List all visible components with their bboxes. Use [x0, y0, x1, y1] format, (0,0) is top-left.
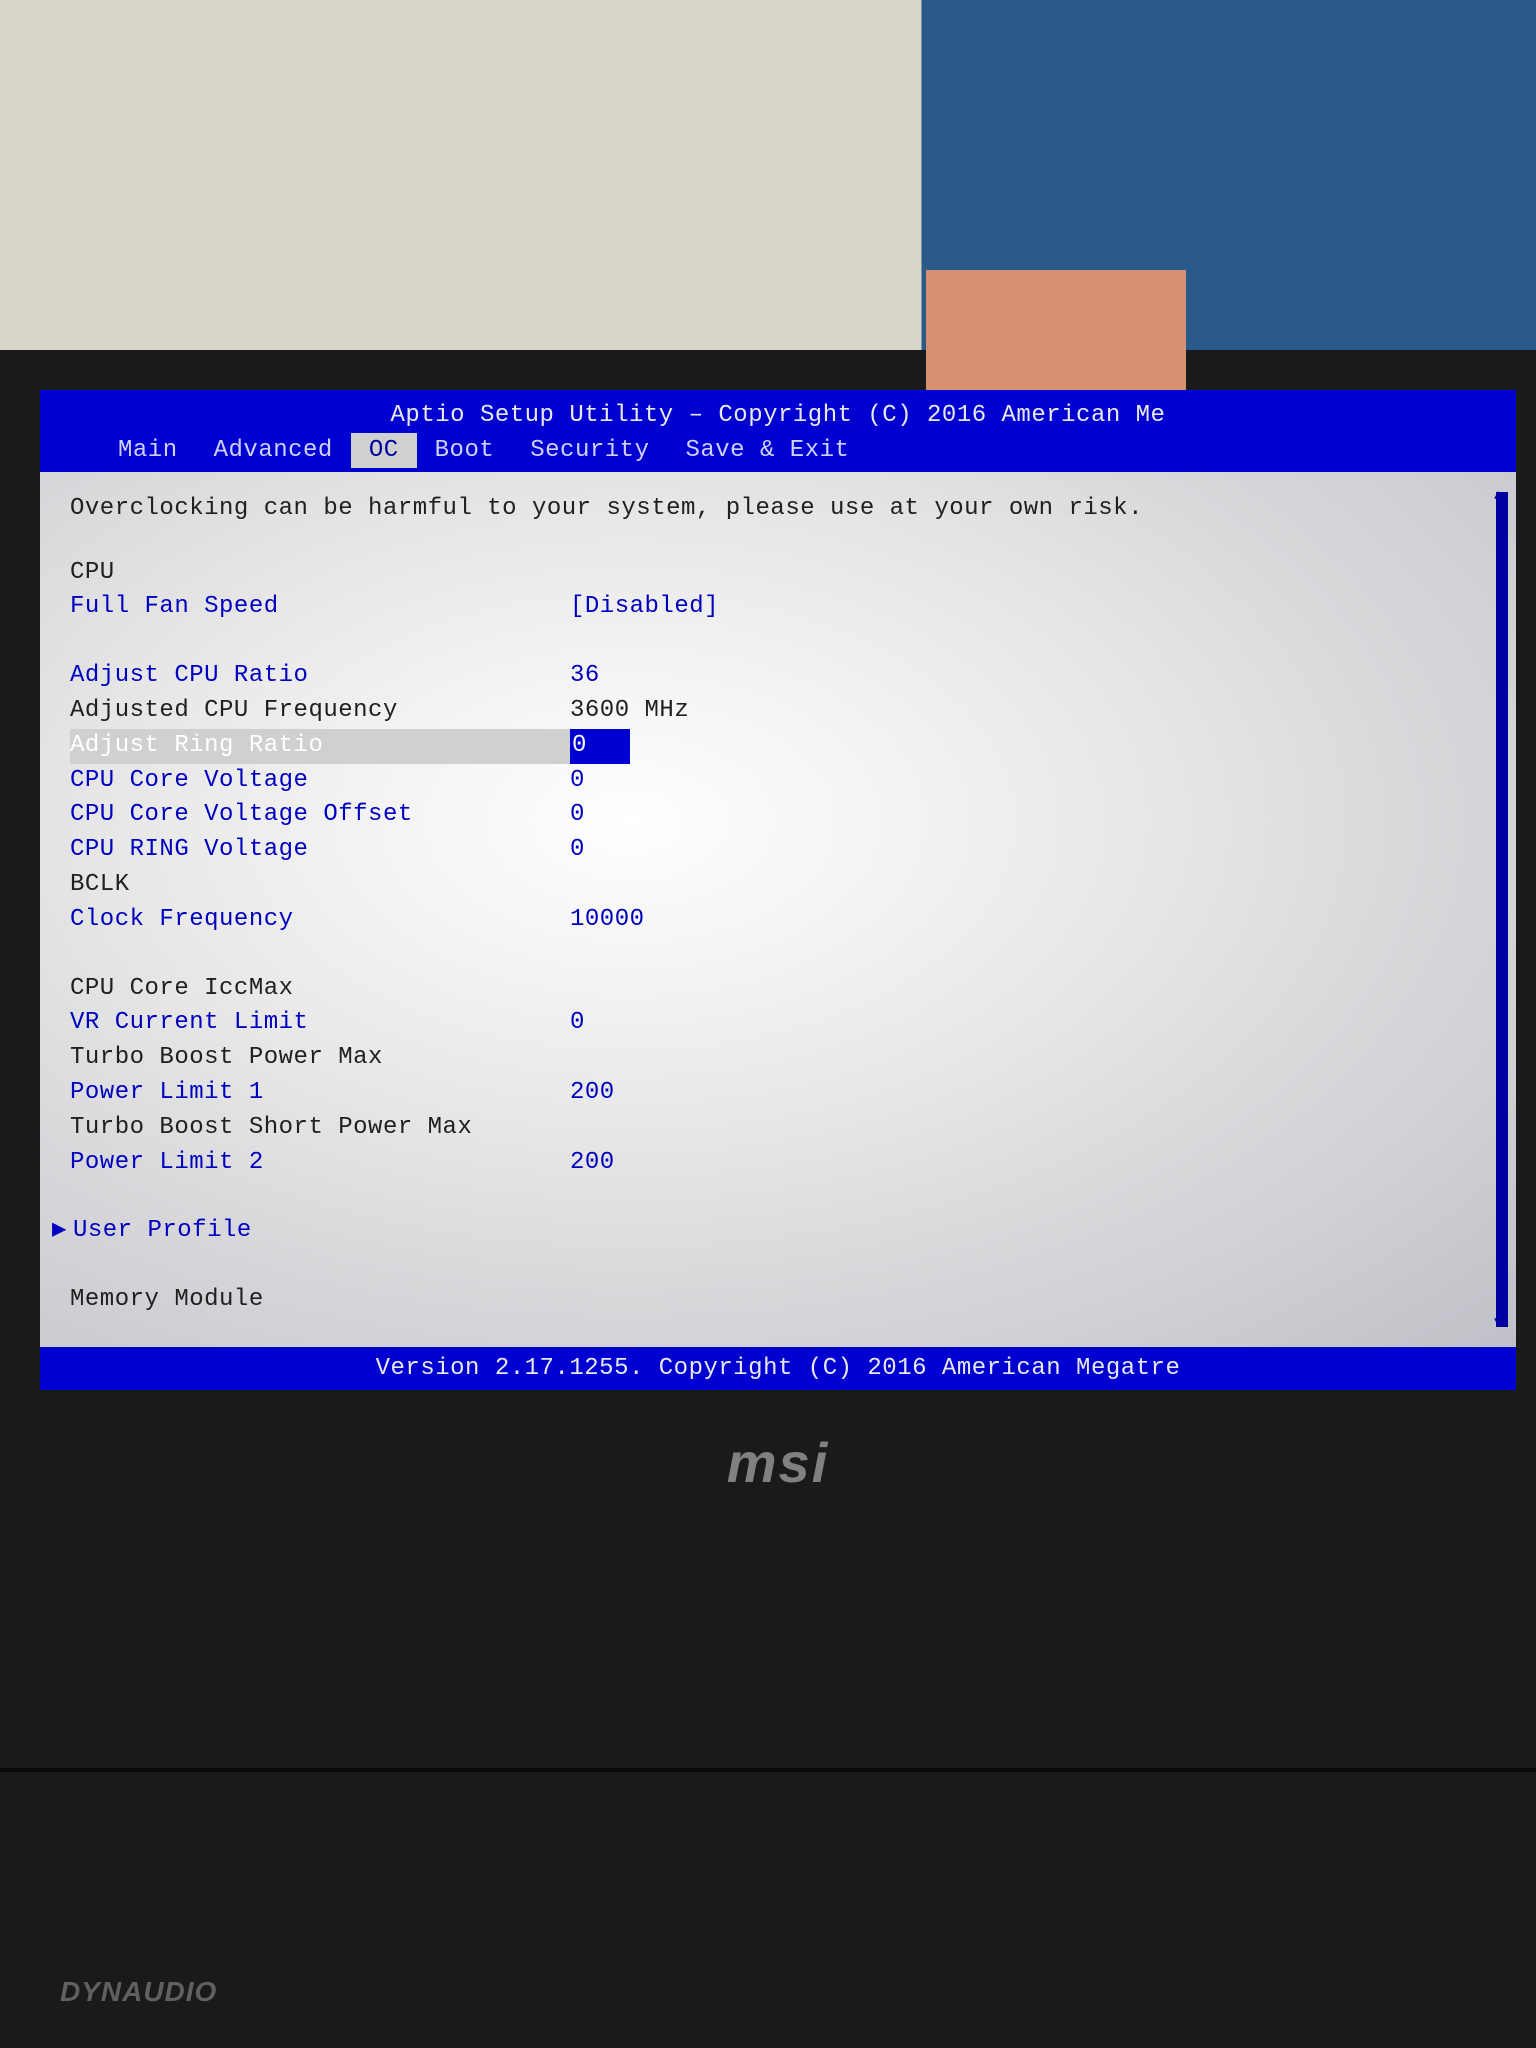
scrollbar[interactable]	[1496, 492, 1508, 1327]
cpu-core-voltage-row[interactable]: CPU Core Voltage 0	[70, 764, 1476, 799]
memory-module-header: Memory Module	[70, 1283, 1476, 1318]
power-limit-1-value: 200	[570, 1076, 1476, 1111]
tab-security[interactable]: Security	[512, 433, 667, 468]
cpu-core-voltage-offset-label: CPU Core Voltage Offset	[70, 798, 570, 833]
photo-background	[0, 0, 1536, 350]
audio-brand-logo: DYNAUDIO	[60, 1976, 217, 2008]
adjusted-cpu-freq-label: Adjusted CPU Frequency	[70, 694, 570, 729]
bios-footer: Version 2.17.1255. Copyright (C) 2016 Am…	[40, 1347, 1516, 1390]
cpu-ring-voltage-value: 0	[570, 833, 1476, 868]
full-fan-speed-label: Full Fan Speed	[70, 590, 570, 625]
laptop-body: DYNAUDIO	[0, 1768, 1536, 2048]
clock-frequency-label: Clock Frequency	[70, 903, 570, 938]
tape-sticker	[926, 270, 1186, 390]
vr-current-limit-label: VR Current Limit	[70, 1006, 570, 1041]
power-limit-1-label: Power Limit 1	[70, 1076, 570, 1111]
adjusted-cpu-freq-value: 3600 MHz	[570, 694, 1476, 729]
full-fan-speed-row[interactable]: Full Fan Speed [Disabled]	[70, 590, 1476, 625]
cpu-core-voltage-offset-row[interactable]: CPU Core Voltage Offset 0	[70, 798, 1476, 833]
adjust-cpu-ratio-row[interactable]: Adjust CPU Ratio 36	[70, 659, 1476, 694]
monitor-brand-logo: msi	[40, 1430, 1516, 1495]
bclk-section-header: BCLK	[70, 868, 1476, 903]
cpu-ring-voltage-label: CPU RING Voltage	[70, 833, 570, 868]
clock-frequency-value: 10000	[570, 903, 1476, 938]
adjust-cpu-ratio-value: 36	[570, 659, 1476, 694]
adjust-ring-ratio-value: 0	[570, 729, 1476, 764]
power-limit-2-label: Power Limit 2	[70, 1146, 570, 1181]
bios-screen: Aptio Setup Utility – Copyright (C) 2016…	[40, 390, 1516, 1390]
tab-main[interactable]: Main	[100, 433, 196, 468]
cpu-core-voltage-value: 0	[570, 764, 1476, 799]
clock-frequency-row[interactable]: Clock Frequency 10000	[70, 903, 1476, 938]
adjust-ring-ratio-row[interactable]: Adjust Ring Ratio 0	[70, 729, 1476, 764]
turbo-short-power-header: Turbo Boost Short Power Max	[70, 1111, 1476, 1146]
cpu-core-voltage-label: CPU Core Voltage	[70, 764, 570, 799]
tab-boot[interactable]: Boot	[417, 433, 513, 468]
cpu-ring-voltage-row[interactable]: CPU RING Voltage 0	[70, 833, 1476, 868]
chevron-right-icon: ▶	[52, 1214, 67, 1249]
overclock-warning: Overclocking can be harmful to your syst…	[70, 492, 1476, 526]
tab-advanced[interactable]: Advanced	[196, 433, 351, 468]
vr-current-limit-row[interactable]: VR Current Limit 0	[70, 1006, 1476, 1041]
cpu-core-voltage-offset-value: 0	[570, 798, 1476, 833]
bios-title: Aptio Setup Utility – Copyright (C) 2016…	[40, 398, 1516, 433]
iccmax-section-header: CPU Core IccMax	[70, 972, 1476, 1007]
cpu-section-header: CPU	[70, 556, 1476, 591]
power-limit-2-value: 200	[570, 1146, 1476, 1181]
bios-header: Aptio Setup Utility – Copyright (C) 2016…	[40, 390, 1516, 472]
tab-save-exit[interactable]: Save & Exit	[667, 433, 867, 468]
monitor-frame: Aptio Setup Utility – Copyright (C) 2016…	[0, 350, 1536, 1768]
vr-current-limit-value: 0	[570, 1006, 1476, 1041]
bios-content: Overclocking can be harmful to your syst…	[40, 472, 1516, 1347]
turbo-power-max-header: Turbo Boost Power Max	[70, 1041, 1476, 1076]
user-profile-submenu[interactable]: ▶ User Profile	[52, 1214, 1476, 1249]
power-limit-1-row[interactable]: Power Limit 1 200	[70, 1076, 1476, 1111]
adjust-ring-ratio-label: Adjust Ring Ratio	[70, 729, 570, 764]
adjust-cpu-ratio-label: Adjust CPU Ratio	[70, 659, 570, 694]
tab-bar: Main Advanced OC Boot Security Save & Ex…	[40, 433, 1516, 468]
power-limit-2-row[interactable]: Power Limit 2 200	[70, 1146, 1476, 1181]
tab-oc[interactable]: OC	[351, 433, 417, 468]
adjusted-cpu-freq-row: Adjusted CPU Frequency 3600 MHz	[70, 694, 1476, 729]
full-fan-speed-value: [Disabled]	[570, 590, 1476, 625]
user-profile-label: User Profile	[73, 1214, 252, 1249]
